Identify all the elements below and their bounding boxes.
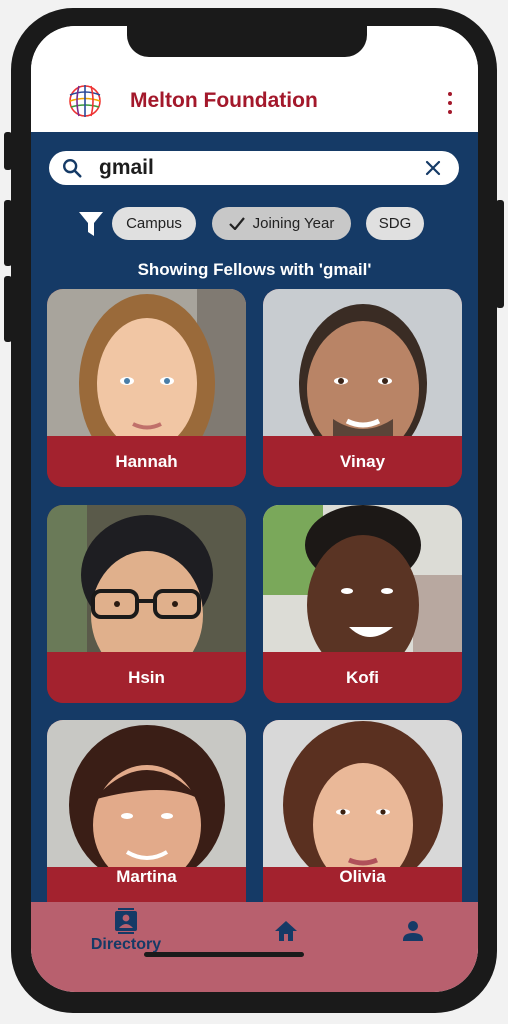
fellow-photo: [47, 505, 246, 652]
chip-label: SDG: [378, 215, 412, 232]
fellow-name: Kofi: [263, 652, 462, 703]
notch: [127, 26, 367, 57]
fellow-name: Hannah: [47, 436, 246, 487]
nav-directory[interactable]: Directory: [86, 908, 166, 954]
fellow-card-olivia[interactable]: Olivia: [263, 720, 462, 902]
results-heading: Showing Fellows with 'gmail': [137, 260, 372, 279]
chip-label: Campus: [126, 215, 182, 232]
fellow-card-kofi[interactable]: Kofi: [263, 505, 462, 703]
fellow-name: Vinay: [263, 436, 462, 487]
mute-switch: [4, 132, 12, 170]
home-indicator[interactable]: [144, 952, 304, 957]
fellow-photo: [263, 720, 462, 867]
fellow-photo: [263, 505, 462, 652]
nav-home[interactable]: [274, 908, 298, 942]
bottom-navigation: Directory: [31, 902, 478, 992]
fellow-card-hannah[interactable]: Hannah: [47, 289, 246, 487]
fellow-card-martina[interactable]: Martina: [47, 720, 246, 902]
app-title: Melton Foundation: [130, 89, 318, 112]
close-icon[interactable]: [425, 160, 441, 176]
contacts-icon: [115, 908, 137, 934]
power-button: [496, 200, 504, 308]
filter-chip-sdg[interactable]: SDG: [366, 207, 424, 240]
fellow-card-hsin[interactable]: Hsin: [47, 505, 246, 703]
search-icon: [63, 159, 82, 178]
directory-content: Campus Joining Year SDG Showing Fellows …: [31, 132, 478, 902]
filter-icon[interactable]: [78, 210, 104, 238]
fellow-photo: [47, 720, 246, 867]
volume-down-button: [4, 276, 12, 342]
more-menu-button[interactable]: [443, 92, 457, 114]
fellow-card-vinay[interactable]: Vinay: [263, 289, 462, 487]
melton-logo-icon: [69, 85, 101, 117]
search-input[interactable]: [99, 154, 409, 182]
person-icon: [403, 921, 423, 941]
filter-row: Campus Joining Year SDG: [31, 206, 478, 242]
home-icon: [275, 921, 297, 941]
nav-profile[interactable]: [402, 908, 424, 942]
volume-up-button: [4, 200, 12, 266]
fellow-photo: [263, 289, 462, 436]
screen: Melton Foundation Campus: [31, 26, 478, 992]
filter-chip-campus[interactable]: Campus: [112, 207, 196, 240]
check-icon: [228, 217, 245, 230]
fellow-name: Hsin: [47, 652, 246, 703]
fellow-name: Olivia: [263, 867, 462, 902]
chip-label: Joining Year: [252, 215, 335, 232]
search-bar[interactable]: [49, 151, 459, 185]
filter-chip-joining-year[interactable]: Joining Year: [212, 207, 351, 240]
fellow-name: Martina: [47, 867, 246, 902]
more-vert-icon: [448, 92, 452, 96]
fellow-photo: [47, 289, 246, 436]
